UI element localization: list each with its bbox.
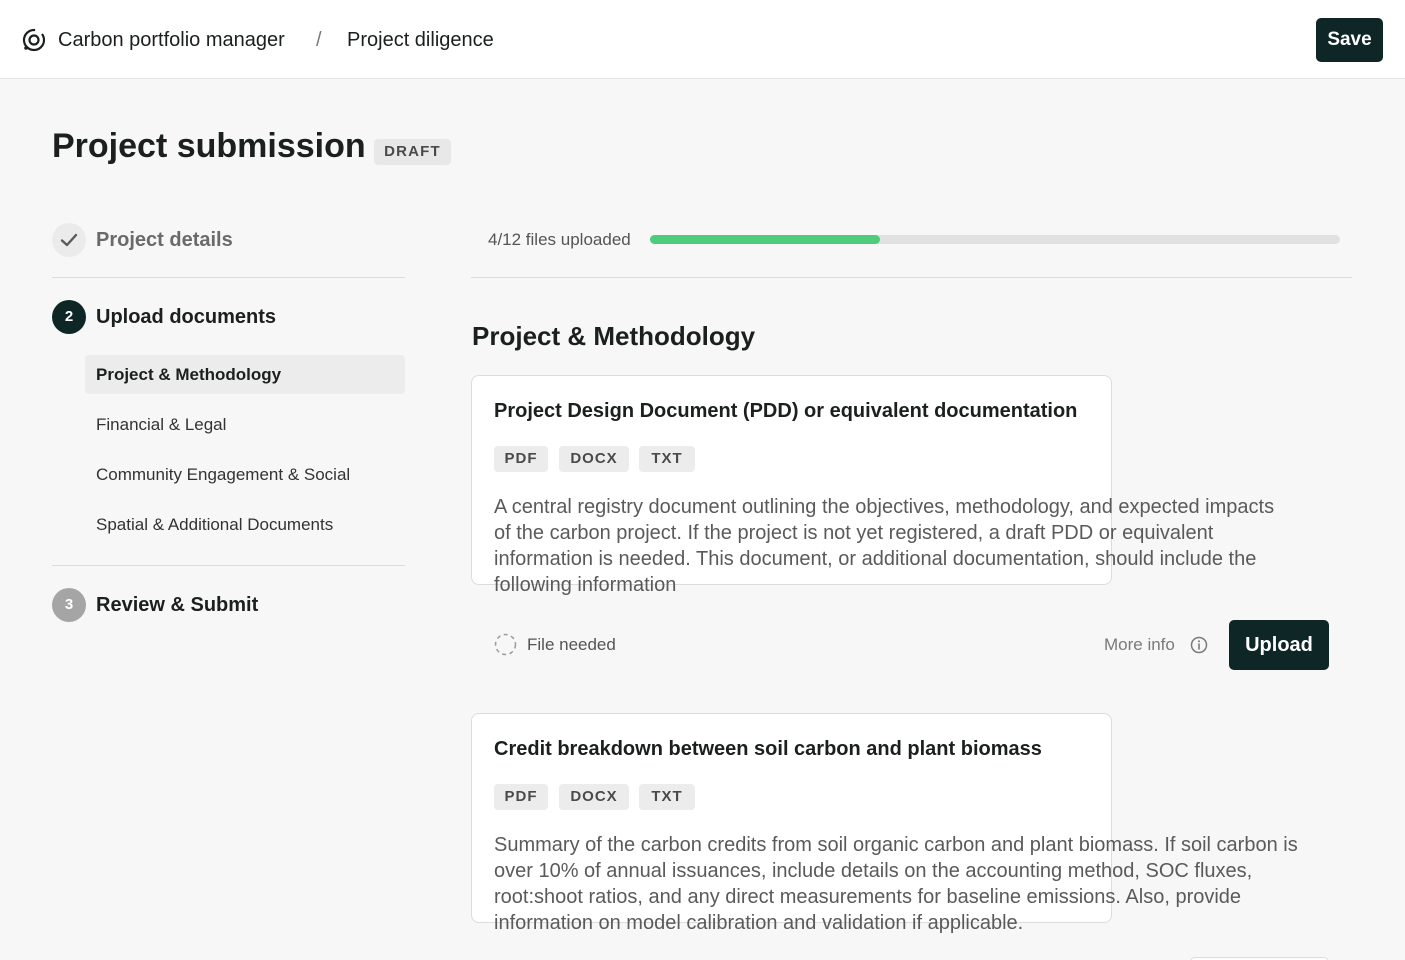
info-circle-icon[interactable] [1190,636,1208,654]
document-title: Project Design Document (PDD) or equival… [494,400,1078,422]
file-type-tag: PDF [494,784,548,810]
document-description: Summary of the carbon credits from soil … [494,832,1344,936]
step-review-submit[interactable]: 3 Review & Submit [52,588,412,622]
top-bar: Carbon portfolio manager / Project dilig… [0,0,1405,79]
page-title: Project submission [52,127,366,165]
checkmark-icon [60,233,78,247]
dashed-circle-icon [494,633,517,656]
upload-progress-fill [650,235,880,244]
description-line: over 10% of annual issuances, include de… [494,860,1253,882]
progress-divider [471,277,1352,278]
sub-item-financial-legal[interactable]: Financial & Legal [85,405,405,444]
file-type-tag: DOCX [559,784,629,810]
upload-progress-label: 4/12 files uploaded [488,230,631,249]
step-number: 2 [52,300,86,334]
breadcrumb-current: Project diligence [347,29,494,51]
description-line: following information [494,574,677,596]
description-line: A central registry document outlining th… [494,496,1275,518]
description-line: of the carbon project. If the project is… [494,522,1214,544]
status-badge: DRAFT [374,139,451,165]
document-description: A central registry document outlining th… [494,494,1344,598]
description-line: information is needed. This document, or… [494,548,1257,570]
app-name-link[interactable]: Carbon portfolio manager [58,29,285,51]
upload-button[interactable]: Upload [1229,620,1329,670]
save-button[interactable]: Save [1316,18,1383,62]
section-title: Project & Methodology [472,321,756,351]
sub-item-community-engagement[interactable]: Community Engagement & Social [85,455,405,494]
description-line: root:shoot ratios, and any direct measur… [494,886,1242,908]
breadcrumb-separator: / [316,29,322,51]
stepper-divider [52,565,405,566]
file-type-tag: PDF [494,446,548,472]
stepper-divider [52,277,405,278]
sub-item-project-methodology[interactable]: Project & Methodology [85,355,405,394]
step-label: Review & Submit [96,594,259,616]
file-status-text: File needed [527,635,616,654]
description-line: information on model calibration and val… [494,912,1024,934]
more-info-link[interactable]: More info [1104,635,1175,655]
file-type-tag: DOCX [559,446,629,472]
step-upload-documents[interactable]: 2 Upload documents [52,300,412,334]
step-label: Project details [96,229,233,251]
step-number: 3 [52,588,86,622]
step-project-details[interactable]: Project details [52,223,412,257]
step-completed-indicator [52,223,86,257]
description-line: Summary of the carbon credits from soil … [494,834,1298,856]
step-label: Upload documents [96,306,277,328]
file-type-tag: TXT [639,446,695,472]
upload-progress-bar [650,235,1340,244]
app-logo-icon[interactable] [21,27,47,53]
document-title: Credit breakdown between soil carbon and… [494,738,1042,760]
sub-item-spatial-additional[interactable]: Spatial & Additional Documents [85,505,405,544]
file-type-tag: TXT [639,784,695,810]
